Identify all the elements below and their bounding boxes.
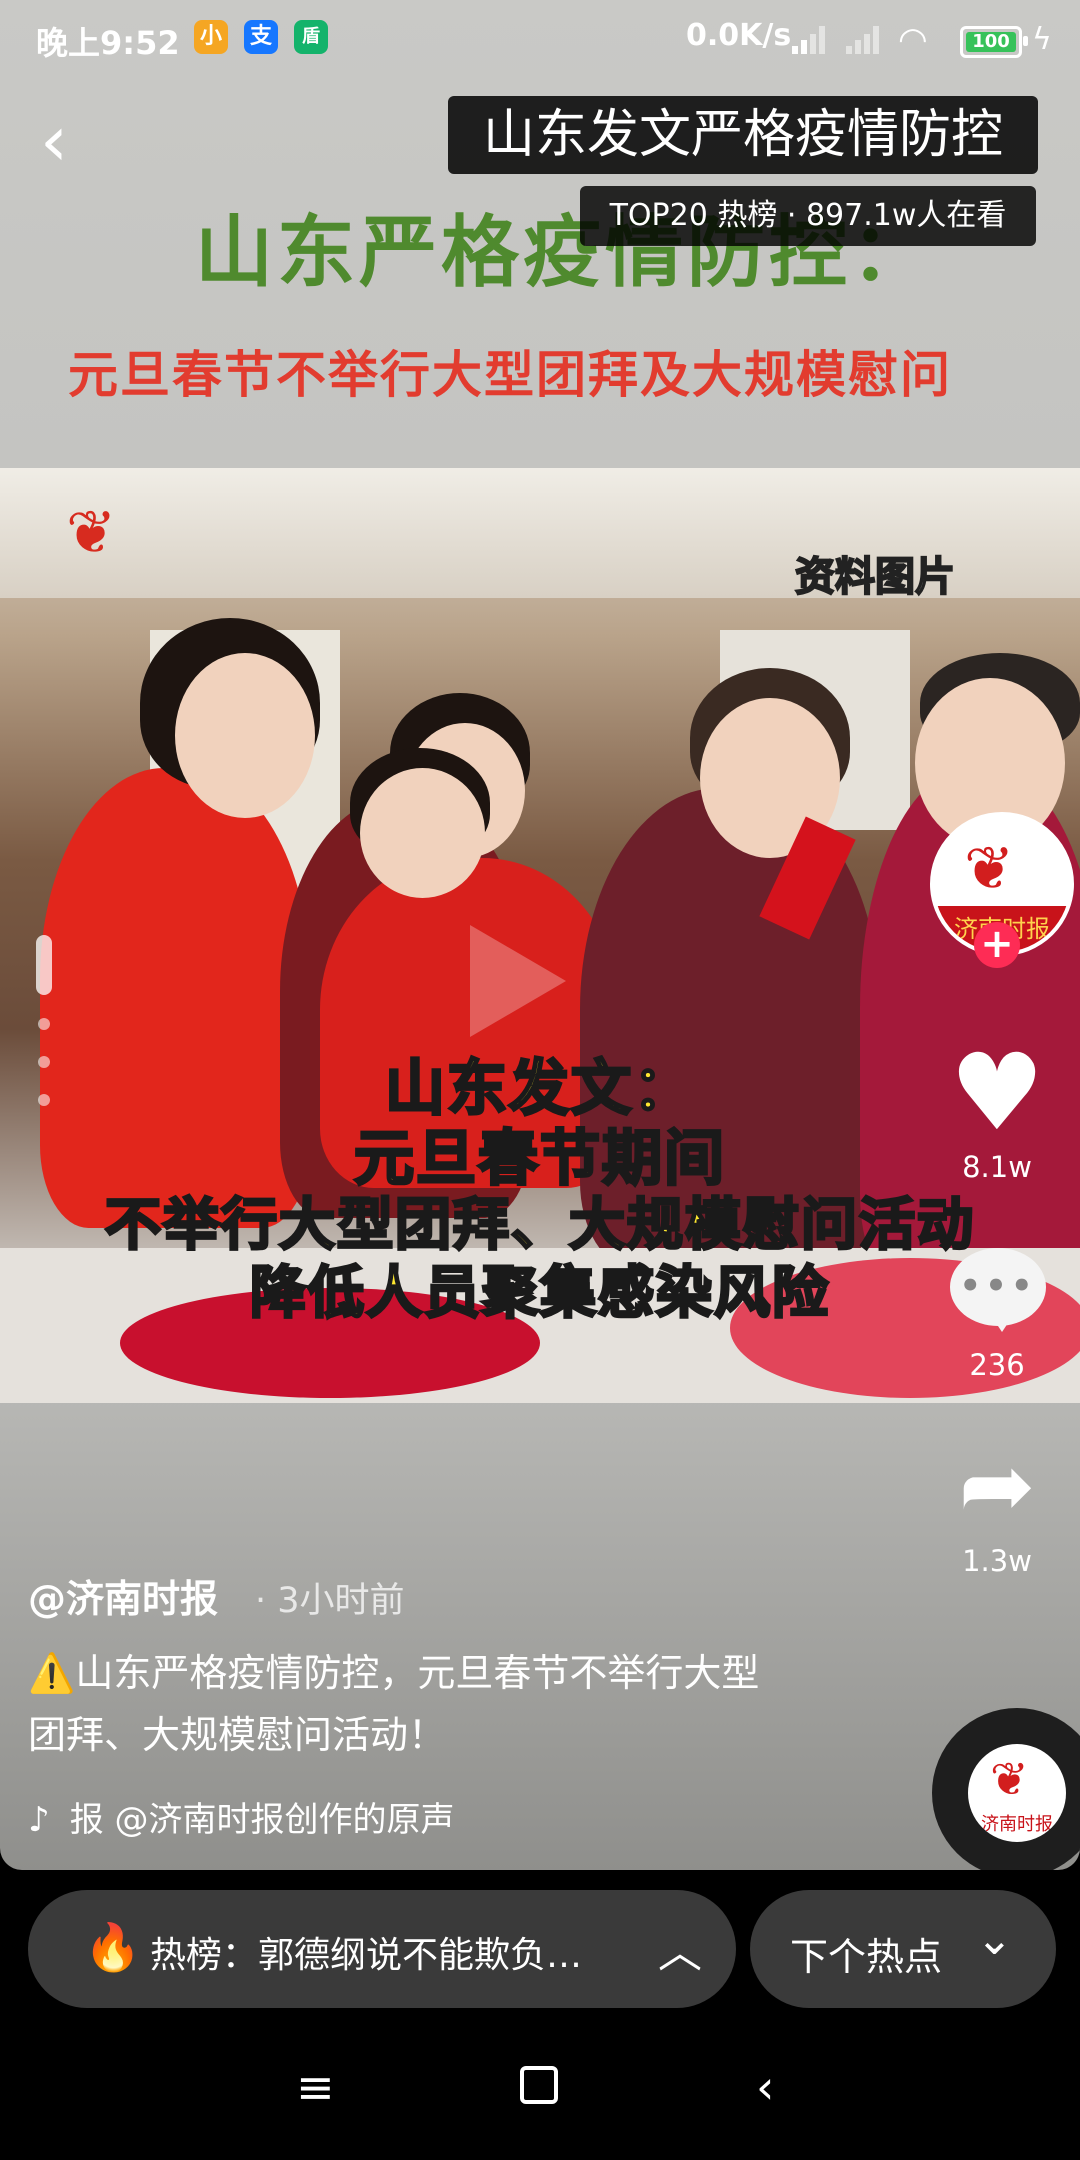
woman-face — [175, 653, 315, 818]
notes-app-icon: 小 — [194, 20, 228, 54]
next-hot-button[interactable]: 下个热点 ⌄ — [750, 1890, 1056, 2008]
home-icon[interactable] — [520, 2066, 558, 2104]
security-shield-icon: 盾 — [294, 20, 328, 54]
network-speed: 0.0K/s — [686, 18, 792, 53]
chevron-up-icon[interactable]: ︿ — [658, 1916, 702, 1980]
hot-list-badge[interactable]: TOP20 热榜 · 897.1w人在看 — [580, 186, 1036, 246]
like-count: 8.1w — [962, 1150, 1032, 1184]
share-count: 1.3w — [962, 1544, 1032, 1578]
child-face — [360, 768, 485, 898]
next-hot-label: 下个热点 — [790, 1935, 943, 1979]
music-disc[interactable]: ❦ 济南时报 — [932, 1708, 1080, 1870]
status-time: 晚上9:52 — [36, 24, 180, 62]
author-name[interactable]: @济南时报 — [28, 1568, 218, 1623]
comment-icon[interactable]: ••• — [950, 1248, 1046, 1332]
page-dot — [38, 1094, 50, 1106]
bird-logo-icon: ❦ — [990, 1752, 1029, 1806]
battery-level: 100 — [966, 32, 1016, 52]
battery-icon: 100 — [960, 26, 1028, 58]
follow-button[interactable]: + — [974, 922, 1020, 968]
music-title: 报 @济南时报创作的原声 — [69, 1800, 455, 1840]
back-arrow-icon[interactable]: ‹ — [40, 106, 68, 176]
page-dot — [38, 1056, 50, 1068]
caption-line-4: 降低人员聚集感染风险 — [249, 1260, 830, 1328]
status-bar: 晚上9:52 小 支 盾 0.0K/s ◠ 100 ϟ — [0, 0, 1080, 80]
topic-title[interactable]: 山东发文严格疫情防控 — [448, 96, 1038, 174]
disc-text: 济南时报 — [981, 1814, 1053, 1835]
page-dot — [38, 1018, 50, 1030]
play-icon[interactable] — [470, 925, 566, 1037]
hot-list-bar[interactable]: 🔥 热榜：郭德纲说不能欺负… ︿ — [28, 1890, 736, 2008]
post-description[interactable]: ⚠️山东严格疫情防控，元旦春节不举行大型团拜、大规模慰问活动！ — [28, 1642, 788, 1766]
fire-icon: 🔥 — [84, 1920, 142, 1974]
post-time: · 3小时前 — [255, 1581, 405, 1621]
post-time-value: 3小时前 — [277, 1581, 405, 1621]
bird-logo-icon: ❦ — [964, 834, 1015, 904]
wifi-icon: ◠ — [898, 20, 928, 60]
signal-2-icon — [846, 24, 888, 54]
back-icon[interactable]: ‹ — [756, 2060, 774, 2114]
signal-icon — [792, 24, 834, 54]
charging-icon: ϟ — [1032, 22, 1052, 57]
comment-count: 236 — [969, 1348, 1025, 1382]
double-chevron-down-icon: ⌄ — [976, 1914, 1013, 1965]
music-row[interactable]: ♪ 报 @济南时报创作的原声 — [28, 1792, 528, 1842]
video-feed-screen[interactable]: 晚上9:52 小 支 盾 0.0K/s ◠ 100 ϟ 山东严格疫情防控： 元旦… — [0, 0, 1080, 1870]
newspaper-logo: ❦ — [66, 498, 117, 568]
photo-watermark: 资料图片 — [794, 553, 956, 601]
share-icon[interactable]: ➦ — [942, 1436, 1052, 1536]
alipay-icon: 支 — [244, 20, 278, 54]
hot-list-text: 热榜：郭德纲说不能欺负… — [150, 1935, 583, 1976]
tiktok-note-icon: ♪ — [28, 1800, 50, 1840]
page-indicator — [36, 935, 52, 995]
menu-icon[interactable]: ≡ — [296, 2060, 335, 2114]
video-subheadline: 元旦春节不举行大型团拜及大规模慰问 — [68, 346, 952, 404]
heart-icon[interactable]: ♥ — [942, 1040, 1052, 1146]
